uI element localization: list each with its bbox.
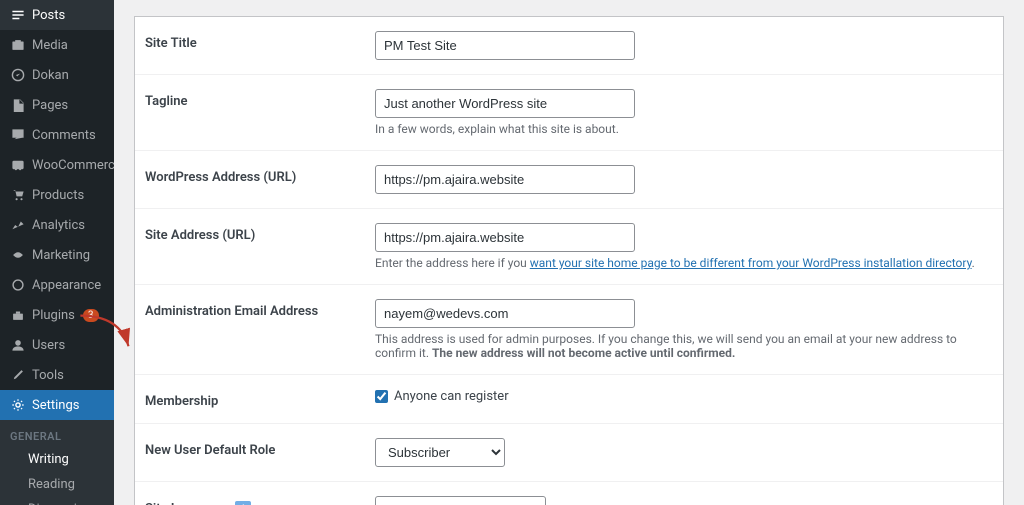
admin-email-description: This address is used for admin purposes.…	[375, 332, 993, 360]
tools-icon	[10, 367, 26, 383]
membership-control: Anyone can register	[375, 389, 993, 404]
pages-icon	[10, 97, 26, 113]
site-language-label: Site Language A	[145, 496, 375, 505]
new-user-role-control: Subscriber Contributor Author Editor Adm…	[375, 438, 993, 467]
new-user-role-label: New User Default Role	[145, 438, 375, 458]
tagline-label: Tagline	[145, 89, 375, 109]
admin-email-control: This address is used for admin purposes.…	[375, 299, 993, 360]
sidebar-item-plugins[interactable]: Plugins 3	[0, 300, 114, 330]
media-icon	[10, 37, 26, 53]
sidebar-item-tools[interactable]: Tools	[0, 360, 114, 390]
language-translate-icon: A	[235, 501, 251, 505]
membership-checkbox[interactable]	[375, 390, 388, 403]
membership-label: Membership	[145, 389, 375, 409]
wp-address-label: WordPress Address (URL)	[145, 165, 375, 185]
site-address-description: Enter the address here if you want your …	[375, 256, 993, 270]
site-address-link[interactable]: want your site home page to be different…	[530, 256, 972, 270]
site-language-select[interactable]: English (United States)	[375, 496, 546, 505]
tagline-row: Tagline In a few words, explain what thi…	[135, 75, 1003, 151]
sidebar-item-posts[interactable]: Posts	[0, 0, 114, 30]
products-icon	[10, 187, 26, 203]
admin-email-row: Administration Email Address This addres…	[135, 285, 1003, 375]
sidebar-item-comments[interactable]: Comments	[0, 120, 114, 150]
sidebar-item-dokan[interactable]: Dokan	[0, 60, 114, 90]
appearance-icon	[10, 277, 26, 293]
submenu-item-discussion[interactable]: Discussion	[0, 497, 114, 505]
admin-email-label: Administration Email Address	[145, 299, 375, 319]
sidebar-item-users[interactable]: Users	[0, 330, 114, 360]
site-title-row: Site Title	[135, 17, 1003, 75]
sidebar-item-media[interactable]: Media	[0, 30, 114, 60]
submenu-item-writing[interactable]: Writing	[0, 447, 114, 472]
site-address-row: Site Address (URL) Enter the address her…	[135, 209, 1003, 285]
sidebar-item-analytics[interactable]: Analytics	[0, 210, 114, 240]
site-address-input[interactable]	[375, 223, 635, 252]
site-title-input[interactable]	[375, 31, 635, 60]
admin-email-input[interactable]	[375, 299, 635, 328]
posts-icon	[10, 7, 26, 23]
users-icon	[10, 337, 26, 353]
wp-address-control	[375, 165, 993, 194]
tagline-description: In a few words, explain what this site i…	[375, 122, 993, 136]
sidebar-item-woocommerce[interactable]: WooCommerce	[0, 150, 114, 180]
sidebar-item-appearance[interactable]: Appearance	[0, 270, 114, 300]
dokan-icon	[10, 67, 26, 83]
settings-icon	[10, 397, 26, 413]
membership-row: Membership Anyone can register	[135, 375, 1003, 424]
sidebar-item-pages[interactable]: Pages	[0, 90, 114, 120]
site-language-row: Site Language A English (United States)	[135, 482, 1003, 505]
submenu-section-label: General	[0, 420, 114, 447]
sidebar: Posts Media Dokan Pages Comments WooComm…	[0, 0, 114, 505]
site-address-control: Enter the address here if you want your …	[375, 223, 993, 270]
woocommerce-icon	[10, 157, 26, 173]
submenu-item-reading[interactable]: Reading	[0, 472, 114, 497]
wp-address-input[interactable]	[375, 165, 635, 194]
marketing-icon	[10, 247, 26, 263]
tagline-control: In a few words, explain what this site i…	[375, 89, 993, 136]
site-address-label: Site Address (URL)	[145, 223, 375, 243]
plugins-badge: 3	[83, 309, 99, 322]
site-title-label: Site Title	[145, 31, 375, 51]
plugins-icon	[10, 307, 26, 323]
sidebar-item-products[interactable]: Products	[0, 180, 114, 210]
comments-icon	[10, 127, 26, 143]
new-user-role-select[interactable]: Subscriber Contributor Author Editor Adm…	[375, 438, 505, 467]
analytics-icon	[10, 217, 26, 233]
settings-submenu: General Writing Reading Discussion Media…	[0, 420, 114, 505]
tagline-input[interactable]	[375, 89, 635, 118]
wp-address-row: WordPress Address (URL)	[135, 151, 1003, 209]
site-language-control: English (United States)	[375, 496, 993, 505]
settings-form: Site Title Tagline In a few words, expla…	[134, 16, 1004, 505]
sidebar-item-marketing[interactable]: Marketing	[0, 240, 114, 270]
main-content: Site Title Tagline In a few words, expla…	[114, 0, 1024, 505]
new-user-role-row: New User Default Role Subscriber Contrib…	[135, 424, 1003, 482]
membership-checkbox-label: Anyone can register	[375, 389, 993, 404]
site-title-control	[375, 31, 993, 60]
sidebar-item-settings[interactable]: Settings	[0, 390, 114, 420]
